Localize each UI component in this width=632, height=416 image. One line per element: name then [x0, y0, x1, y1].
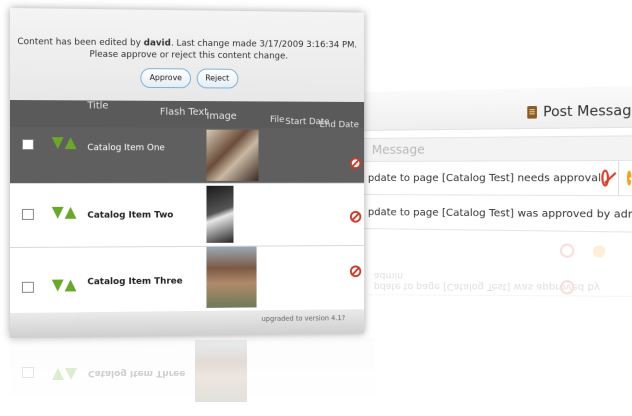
reflection-title: Catalog Item Three	[88, 368, 186, 378]
delete-icon[interactable]	[349, 157, 362, 170]
message-column-header: Message	[360, 135, 632, 162]
table-row[interactable]: Catalog Item One	[10, 127, 365, 184]
catalog-window: Content has been edited by david. Last c…	[10, 8, 365, 338]
column-flash-text[interactable]: Flash Text	[160, 107, 208, 118]
reject-button[interactable]: Reject	[196, 68, 238, 89]
messages-toolbar: Post Message	[360, 85, 632, 131]
table-row[interactable]: Catalog Item Three	[10, 245, 365, 314]
delete-icon[interactable]	[349, 265, 362, 278]
item-title: Catalog Item Two	[87, 210, 174, 221]
row-checkbox[interactable]	[21, 208, 34, 220]
column-image[interactable]: Image	[206, 111, 236, 122]
table-row[interactable]: Catalog Item Two	[10, 183, 365, 248]
approval-notice: Content has been edited by david. Last c…	[10, 8, 365, 103]
row-checkbox[interactable]	[21, 281, 34, 293]
column-title[interactable]: Title	[87, 100, 108, 111]
item-image	[206, 129, 259, 181]
post-message-label: Post Message	[543, 102, 632, 120]
messages-panel: Post Message Message pdate to page [Cata…	[360, 75, 632, 279]
item-image	[206, 246, 257, 308]
notice-prefix: Content has been edited by	[17, 37, 144, 49]
reorder-arrows-icon[interactable]	[51, 206, 78, 221]
catalog-reflection: Catalog Item Three	[10, 338, 375, 416]
notice-suffix: . Last change made 3/17/2009 3:16:34 PM.	[170, 38, 358, 51]
item-image	[206, 185, 234, 243]
reorder-arrows-icon[interactable]	[51, 279, 78, 293]
column-file[interactable]: File	[270, 115, 284, 125]
delete-icon[interactable]	[349, 210, 362, 223]
message-row[interactable]: pdate to page [Catalog Test] was approve…	[360, 196, 632, 233]
reorder-arrows-icon[interactable]	[51, 137, 78, 151]
row-checkbox[interactable]	[21, 139, 34, 151]
item-title: Catalog Item One	[87, 143, 165, 154]
footer-bar: upgraded to version 4.1?	[10, 309, 365, 338]
approval-buttons: Approve Reject	[10, 67, 364, 89]
document-icon	[526, 105, 537, 119]
message-text: pdate to page [Catalog Test] was approve…	[367, 206, 632, 221]
reject-icon[interactable]	[601, 169, 610, 187]
message-text: pdate to page [Catalog Test] needs appro…	[367, 172, 602, 184]
notice-user: david	[143, 38, 171, 49]
approve-button[interactable]: Approve	[140, 68, 191, 89]
approve-check-icon[interactable]	[627, 170, 632, 186]
message-row[interactable]: pdate to page [Catalog Test] needs appro…	[360, 160, 632, 197]
item-title: Catalog Item Three	[87, 276, 183, 288]
table-header: Title Flash Text Image File Start Date E…	[10, 100, 365, 130]
post-message-button[interactable]: Post Message	[518, 97, 632, 126]
